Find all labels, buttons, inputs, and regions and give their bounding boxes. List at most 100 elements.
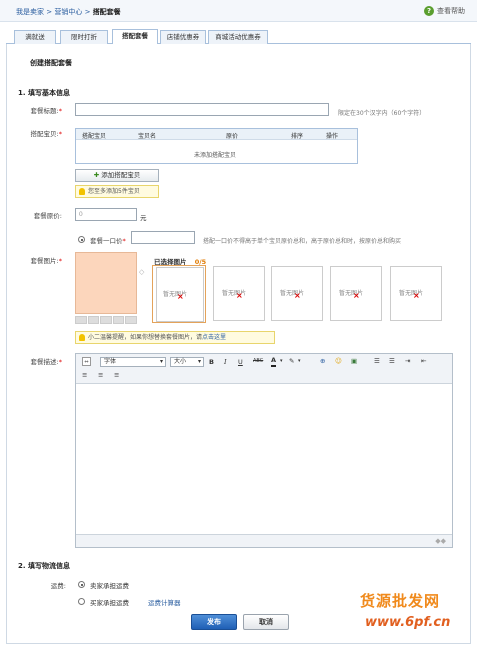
- products-limit-warning: 您至多添加5件宝贝: [75, 185, 159, 198]
- one-price-radio[interactable]: [78, 236, 85, 243]
- shipping-label: 运费:: [50, 582, 66, 590]
- required-mark: *: [122, 237, 126, 245]
- image-slot[interactable]: [87, 316, 100, 324]
- page-title: 创建搭配套餐: [30, 59, 72, 67]
- images-label-text: 套餐图片:: [30, 257, 59, 265]
- tab-bar: 满就送 限时打折 搭配套餐 店铺优惠券 商城活动优惠券: [6, 28, 471, 44]
- image-icon[interactable]: ▣: [351, 357, 357, 365]
- broken-image-icon: ×: [353, 291, 360, 300]
- align-right-icon[interactable]: ≡: [114, 371, 119, 379]
- column-header: 原价: [226, 133, 239, 140]
- image-replace-tip: 小二温馨提醒，如果你想替换套餐图片，请点击这里: [75, 331, 275, 344]
- arrow-right-icon: ◇: [139, 268, 145, 276]
- breadcrumb-current: 搭配套餐: [92, 8, 121, 16]
- link-icon[interactable]: ⊕: [320, 357, 325, 365]
- font-size-select-value: 大小: [174, 358, 187, 365]
- combo-title-input[interactable]: [75, 103, 329, 116]
- products-limit-warning-text: 您至多添加5件宝贝: [88, 188, 140, 195]
- section-basic-title: 1. 填写基本信息: [18, 89, 70, 97]
- add-product-button-label: 添加搭配宝贝: [101, 171, 141, 179]
- ordered-list-icon[interactable]: ☰: [374, 357, 380, 365]
- emoji-icon[interactable]: ☺: [335, 357, 342, 365]
- align-left-icon[interactable]: ≡: [82, 371, 87, 379]
- one-price-input[interactable]: [131, 231, 195, 244]
- editor-textarea[interactable]: [76, 384, 452, 534]
- seller-pays-radio[interactable]: [78, 581, 85, 588]
- unordered-list-icon[interactable]: ☰: [389, 357, 395, 365]
- image-slot[interactable]: [125, 316, 137, 324]
- original-price-unit: 元: [140, 214, 147, 222]
- help-link[interactable]: ? 查看帮助: [424, 6, 465, 16]
- combo-title-label-text: 套餐标题:: [30, 107, 59, 115]
- tab-full-gift[interactable]: 满就送: [14, 30, 56, 44]
- image-thumbnail[interactable]: 暂无图片 ×: [330, 266, 382, 321]
- image-slot[interactable]: [75, 316, 87, 324]
- breadcrumb-seller-link[interactable]: 我是卖家: [16, 8, 44, 16]
- chevron-down-icon[interactable]: ▾: [280, 358, 283, 364]
- image-thumbnail[interactable]: 暂无图片 ×: [390, 266, 442, 321]
- description-label-text: 套餐描述:: [30, 358, 59, 366]
- shipping-calculator-link[interactable]: 运费计算器: [148, 597, 181, 607]
- italic-icon[interactable]: I: [224, 358, 227, 366]
- seller-pays-label: 卖家承担运费: [90, 582, 129, 590]
- lightbulb-icon: [79, 188, 85, 195]
- add-product-button[interactable]: ✚ 添加搭配宝贝: [75, 169, 159, 182]
- image-thumbnail[interactable]: 暂无图片 ×: [156, 267, 204, 322]
- watermark-site-name: 货源批发网: [360, 592, 441, 610]
- watermark-site-url: www.6pf.cn: [365, 615, 451, 630]
- one-price-hint: 搭配一口价不得高于单个宝贝原价总和，高于原价总和时，按原价总和购买: [203, 238, 402, 245]
- column-header: 搭配宝贝: [82, 133, 107, 140]
- products-empty-text: 未添加搭配宝贝: [194, 152, 237, 159]
- help-label: 查看帮助: [437, 7, 465, 15]
- products-label-text: 搭配宝贝:: [30, 130, 59, 138]
- highlight-icon[interactable]: ✎: [289, 357, 294, 365]
- font-family-select-value: 字体: [104, 358, 117, 365]
- chevron-down-icon[interactable]: ▾: [298, 358, 301, 364]
- publish-button[interactable]: 发布: [191, 614, 237, 630]
- products-table: 搭配宝贝 宝贝名 原价 排序 操作 未添加搭配宝贝: [75, 128, 358, 164]
- cancel-button[interactable]: 取消: [243, 614, 289, 630]
- tab-mall-coupon[interactable]: 商城活动优惠券: [208, 30, 268, 44]
- tab-shop-coupon[interactable]: 店铺优惠券: [160, 30, 206, 44]
- section-shipping-title: 2. 填写物流信息: [18, 562, 70, 570]
- tab-combo[interactable]: 搭配套餐: [112, 29, 158, 44]
- breadcrumb-separator: >: [84, 8, 91, 16]
- tab-flash-discount[interactable]: 限时打折: [60, 30, 108, 44]
- resize-handle-icon[interactable]: ◆◆: [435, 537, 446, 545]
- align-center-icon[interactable]: ≡: [98, 371, 103, 379]
- required-mark: *: [58, 257, 62, 265]
- original-price-label: 套餐原价:: [33, 212, 62, 220]
- image-slot[interactable]: [100, 316, 112, 324]
- bold-icon[interactable]: B: [209, 358, 214, 366]
- combo-title-hint: 限定在30个汉字内（60个字符）: [338, 110, 426, 117]
- underline-icon[interactable]: U: [238, 358, 243, 366]
- image-slot[interactable]: [112, 316, 125, 324]
- font-family-select[interactable]: 字体 ▾: [100, 357, 166, 367]
- font-size-select[interactable]: 大小 ▾: [170, 357, 204, 367]
- indent-icon[interactable]: ⇥: [405, 357, 410, 365]
- breadcrumb-marketing-link[interactable]: 营销中心: [54, 8, 82, 16]
- help-icon: ?: [424, 6, 434, 16]
- column-header: 宝贝名: [138, 133, 157, 140]
- editor-toolbar: ⇔ 字体 ▾ 大小 ▾ B I U ABC A ▾ ✎ ▾ ⊕ ☺ ▣ ☰ ☰ …: [76, 354, 452, 384]
- image-slot-strip: [75, 316, 137, 324]
- buyer-pays-radio[interactable]: [78, 598, 85, 605]
- breadcrumb-separator: >: [46, 8, 53, 16]
- image-replace-link[interactable]: 点击这里: [202, 334, 226, 341]
- description-editor: ⇔ 字体 ▾ 大小 ▾ B I U ABC A ▾ ✎ ▾ ⊕ ☺ ▣ ☰ ☰ …: [75, 353, 453, 548]
- broken-image-icon: ×: [294, 291, 301, 300]
- column-header: 排序: [291, 133, 304, 140]
- required-mark: *: [58, 107, 62, 115]
- image-thumbnail[interactable]: 暂无图片 ×: [271, 266, 323, 321]
- font-color-icon[interactable]: A: [271, 356, 277, 367]
- broken-image-icon: ×: [236, 291, 243, 300]
- strikethrough-icon[interactable]: ABC: [253, 358, 263, 364]
- image-thumbnail[interactable]: 暂无图片 ×: [213, 266, 265, 321]
- combo-title-label: 套餐标题:*: [12, 105, 62, 115]
- column-header: 操作: [326, 133, 339, 140]
- html-source-icon[interactable]: ⇔: [82, 357, 91, 366]
- required-mark: *: [58, 130, 62, 138]
- broken-image-icon: ×: [177, 292, 184, 301]
- original-price-input[interactable]: [75, 208, 137, 221]
- outdent-icon[interactable]: ⇤: [421, 357, 426, 365]
